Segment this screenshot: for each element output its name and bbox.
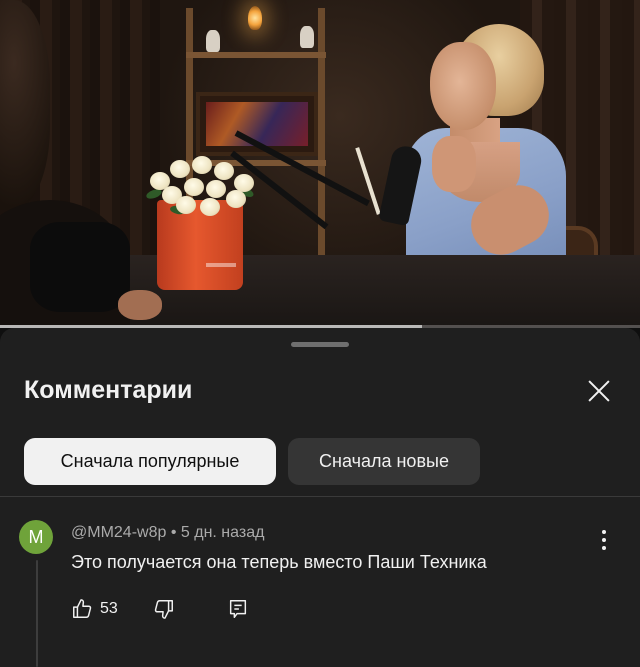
avatar[interactable]: M xyxy=(19,520,53,554)
thumb-up-icon[interactable] xyxy=(71,598,93,620)
comment-time: 5 дн. назад xyxy=(180,524,265,541)
meta-separator: • xyxy=(170,524,177,541)
figurine xyxy=(300,26,314,48)
sort-newest-chip[interactable]: Сначала новые xyxy=(288,438,480,485)
foreground-camera xyxy=(30,222,130,312)
shelf-board xyxy=(186,52,326,58)
comments-panel: Комментарии Сначала популярные Сначала н… xyxy=(0,328,640,667)
sort-popular-chip[interactable]: Сначала популярные xyxy=(24,438,276,485)
comment-meta: @MM24-w8p • 5 дн. назад xyxy=(71,524,264,542)
like-count: 53 xyxy=(100,600,118,617)
lamp xyxy=(248,6,262,30)
flower-pot xyxy=(157,200,243,290)
comment-author[interactable]: @MM24-w8p xyxy=(71,524,166,541)
video-player[interactable] xyxy=(0,0,640,328)
drag-handle[interactable] xyxy=(291,342,349,347)
panel-title: Комментарии xyxy=(24,376,193,404)
comment-text: Это получается она теперь вместо Паши Те… xyxy=(71,552,487,572)
reply-comment-icon[interactable] xyxy=(227,598,249,620)
divider xyxy=(0,496,640,497)
thread-line xyxy=(36,560,38,667)
thumb-down-icon[interactable] xyxy=(153,598,175,620)
woman-face xyxy=(430,42,496,130)
close-icon[interactable] xyxy=(582,374,616,408)
woman-hand xyxy=(432,136,476,192)
figurine xyxy=(206,30,220,52)
foreground-hand xyxy=(118,290,162,320)
more-vertical-icon[interactable] xyxy=(592,528,616,552)
pot-brand-label xyxy=(206,263,236,267)
